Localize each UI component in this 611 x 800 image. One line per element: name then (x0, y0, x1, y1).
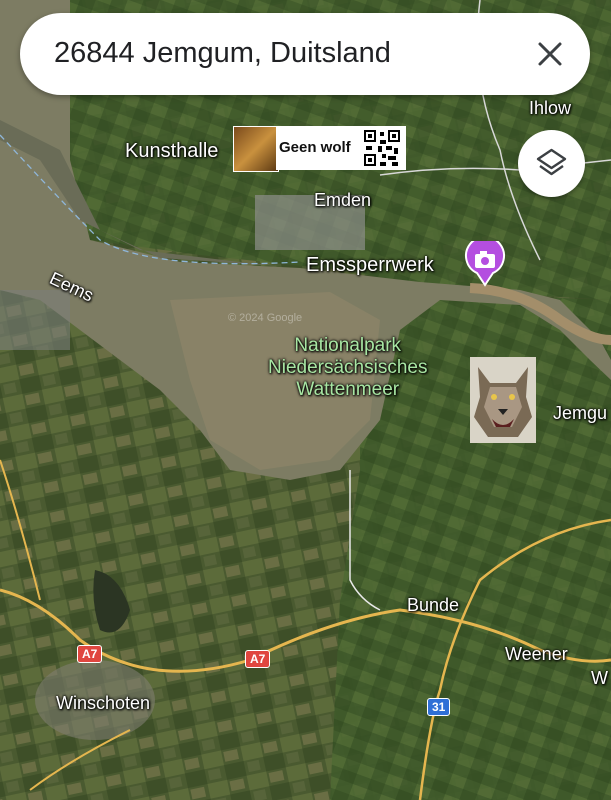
label-kunsthalle[interactable]: Kunsthalle (125, 140, 218, 163)
label-weener[interactable]: Weener (505, 644, 568, 665)
camera-pin-icon[interactable] (464, 241, 506, 287)
label-emssperrwerk[interactable]: Emssperrwerk (306, 254, 434, 277)
map-copyright: © 2024 Google (228, 312, 303, 324)
kunsthalle-photo-marker[interactable] (233, 126, 279, 172)
label-w: W (591, 668, 608, 688)
label-emden[interactable]: Emden (314, 190, 371, 211)
label-ihlow: Ihlow (529, 98, 572, 118)
geen-wolf-marker[interactable]: Geen wolf (276, 126, 406, 170)
layers-icon (536, 148, 567, 176)
search-bar[interactable]: 26844 Jemgum, Duitsland (20, 13, 590, 95)
label-jemgum[interactable]: Jemgu (553, 403, 607, 424)
search-query[interactable]: 26844 Jemgum, Duitsland (54, 37, 391, 70)
label-winschoten[interactable]: Winschoten (56, 693, 150, 714)
road-shield-31: 31 (427, 698, 451, 716)
qr-code-icon (362, 128, 402, 168)
road-shield-a7: A7 (77, 645, 103, 663)
park-line-2: Niedersächsisches (268, 357, 428, 378)
label-nationalpark[interactable]: Nationalpark Niedersächsisches Wattenmee… (268, 335, 427, 401)
wolf-photo-marker[interactable] (470, 357, 536, 443)
close-icon[interactable] (530, 34, 570, 74)
geen-wolf-label: Geen wolf (279, 139, 351, 156)
park-line-1: Nationalpark (294, 335, 402, 356)
road-shield-a7: A7 (245, 650, 271, 668)
layers-button[interactable] (518, 130, 585, 197)
park-line-3: Wattenmeer (296, 379, 400, 400)
label-bunde[interactable]: Bunde (407, 595, 459, 616)
